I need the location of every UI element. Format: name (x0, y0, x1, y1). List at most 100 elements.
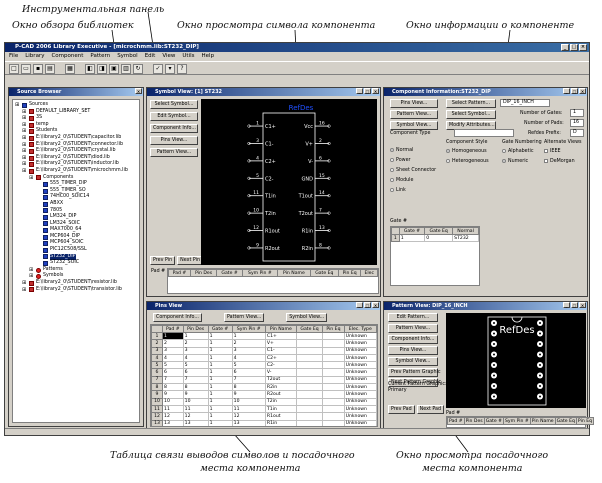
table-cell[interactable]: 4 (162, 353, 184, 363)
panel-close-button[interactable]: × (579, 88, 586, 94)
column-header[interactable]: Gate # (207, 325, 233, 333)
table-row[interactable]: 1 1 1 1 1 C1+ Unknown (151, 331, 377, 341)
menu-item[interactable]: Edit (145, 52, 156, 61)
column-header[interactable]: Pin Eq (575, 417, 595, 425)
table-cell[interactable]: 2 (162, 339, 184, 348)
table-cell[interactable] (295, 390, 324, 399)
column-header[interactable]: Pin Des (189, 269, 218, 277)
table-cell[interactable]: 4 (231, 353, 266, 363)
symbol-action-button[interactable]: Pattern View... (150, 148, 198, 157)
minimize-button[interactable]: _ (561, 44, 569, 51)
menu-item[interactable]: Symbol (117, 52, 138, 61)
row-header[interactable]: 9 (151, 390, 164, 399)
gates-field[interactable]: 1 (570, 109, 584, 117)
table-cell[interactable]: 2 (182, 339, 209, 348)
radio-option[interactable]: Alphabetic (502, 147, 534, 157)
menu-item[interactable]: Help (202, 52, 215, 61)
table-cell[interactable]: 6 (162, 368, 184, 377)
expand-icon[interactable]: ⊞ (22, 122, 27, 129)
table-cell[interactable]: 4 (182, 353, 209, 363)
table-row[interactable]: 2 2 2 1 2 V+ Unknown (151, 339, 377, 348)
table-cell[interactable]: 13 (231, 419, 266, 426)
table-row[interactable]: 13 13 13 1 13 R1in Unknown (151, 419, 377, 426)
pins-view-button[interactable]: Component Info... (153, 313, 202, 322)
expand-icon[interactable]: ⊞ (22, 161, 27, 168)
column-header[interactable]: Pad # (447, 417, 465, 425)
row-header[interactable]: 1 (151, 331, 164, 341)
expand-icon[interactable]: ⊞ (22, 155, 27, 162)
expand-icon[interactable]: ⊞ (22, 168, 27, 175)
table-cell[interactable] (295, 419, 324, 426)
tree-item[interactable]: LM324_DIP (15, 214, 137, 221)
table-cell[interactable] (295, 368, 324, 377)
table-cell[interactable] (322, 375, 345, 385)
checkbox-option[interactable]: DeMorgan (544, 157, 575, 167)
table-row[interactable]: 3 3 3 1 3 C1- Unknown (151, 346, 377, 355)
table-cell[interactable]: 11 (231, 404, 266, 414)
table-cell[interactable] (295, 331, 324, 341)
table-cell[interactable]: 8 (162, 383, 184, 392)
column-header[interactable]: Pin Name (264, 325, 297, 333)
table-cell[interactable]: Unknown (343, 339, 377, 348)
radio-icon[interactable] (446, 148, 450, 153)
column-header[interactable]: Pin Des (182, 325, 209, 333)
column-header[interactable]: Pad # (162, 325, 184, 333)
tree-item[interactable]: ST232_SOIC (15, 260, 137, 267)
tree-item[interactable]: ⊞ Patterns (15, 267, 137, 274)
table-cell[interactable]: 12 (231, 412, 266, 421)
check-icon[interactable]: ✓ (153, 64, 163, 74)
table-cell[interactable]: 3 (231, 346, 266, 355)
table-cell[interactable]: 3 (162, 346, 184, 355)
radio-icon[interactable] (390, 167, 394, 172)
table-cell[interactable]: R1in (264, 419, 297, 426)
component-info-icon[interactable]: ▣ (109, 64, 119, 74)
tree-item[interactable]: 7805 (15, 208, 137, 215)
panel-max-button[interactable]: □ (364, 302, 371, 308)
prev-pad-button[interactable]: Prev Pad (388, 405, 415, 414)
radio-option[interactable]: Link (390, 186, 436, 196)
tree-item[interactable]: ⊞ 3S (15, 115, 137, 122)
table-cell[interactable]: V- (264, 368, 297, 377)
table-cell[interactable]: C2- (264, 361, 297, 370)
table-cell[interactable] (322, 339, 345, 348)
panel-max-button[interactable]: □ (364, 88, 371, 94)
panel-min-button[interactable]: _ (356, 88, 363, 94)
tree-item[interactable]: ⊞ E:\library2_0\STUDENT\inductor.lib (15, 161, 137, 168)
symbol-action-button[interactable]: Pins View... (150, 136, 198, 145)
table-cell[interactable]: 1 (207, 346, 233, 355)
table-cell[interactable] (295, 397, 324, 406)
table-cell[interactable]: 10 (231, 397, 266, 406)
component-info-button[interactable]: Select Pattern... (446, 99, 496, 108)
component-info-button[interactable]: Pins View... (390, 99, 438, 108)
library-icon[interactable]: ▦ (65, 64, 75, 74)
table-cell[interactable] (295, 339, 324, 348)
menu-item[interactable]: Library (25, 52, 44, 61)
panel-max-button[interactable]: □ (571, 88, 578, 94)
tree-item[interactable]: ⊞ E:\library2_0\STUDENT\capacitor.lib (15, 135, 137, 142)
tree-item[interactable]: 555_TIMER_DIP (15, 181, 137, 188)
table-cell[interactable]: 13 (182, 419, 209, 426)
table-cell[interactable]: Unknown (343, 353, 377, 363)
row-header[interactable]: 2 (151, 339, 164, 348)
table-row[interactable]: 9 9 9 1 9 R2out Unknown (151, 390, 377, 399)
menu-item[interactable]: File (9, 52, 18, 61)
menu-item[interactable]: Component (51, 52, 83, 61)
table-cell[interactable]: 1 (231, 331, 266, 341)
table-cell[interactable]: Unknown (343, 397, 377, 406)
table-cell[interactable] (295, 375, 324, 385)
expand-icon[interactable]: ⊞ (29, 175, 34, 182)
tree-item[interactable]: ⊞ DEFAULT_LIBRARY_SET (15, 109, 137, 116)
radio-option[interactable]: Normal (390, 146, 436, 156)
panel-close-button[interactable]: × (579, 302, 586, 308)
column-header[interactable]: Gate # (216, 269, 243, 277)
row-header[interactable]: 7 (151, 375, 164, 385)
table-cell[interactable]: R2in (264, 383, 297, 392)
table-cell[interactable]: 7 (162, 375, 184, 385)
radio-icon[interactable] (390, 187, 394, 192)
prefix-field[interactable]: D (570, 129, 584, 137)
pins-view-icon[interactable]: ▥ (121, 64, 131, 74)
table-row[interactable]: 1 1 0 ST232 (391, 233, 479, 243)
table-cell[interactable]: 5 (231, 361, 266, 370)
table-cell[interactable]: Unknown (343, 346, 377, 355)
table-cell[interactable]: 9 (162, 390, 184, 399)
